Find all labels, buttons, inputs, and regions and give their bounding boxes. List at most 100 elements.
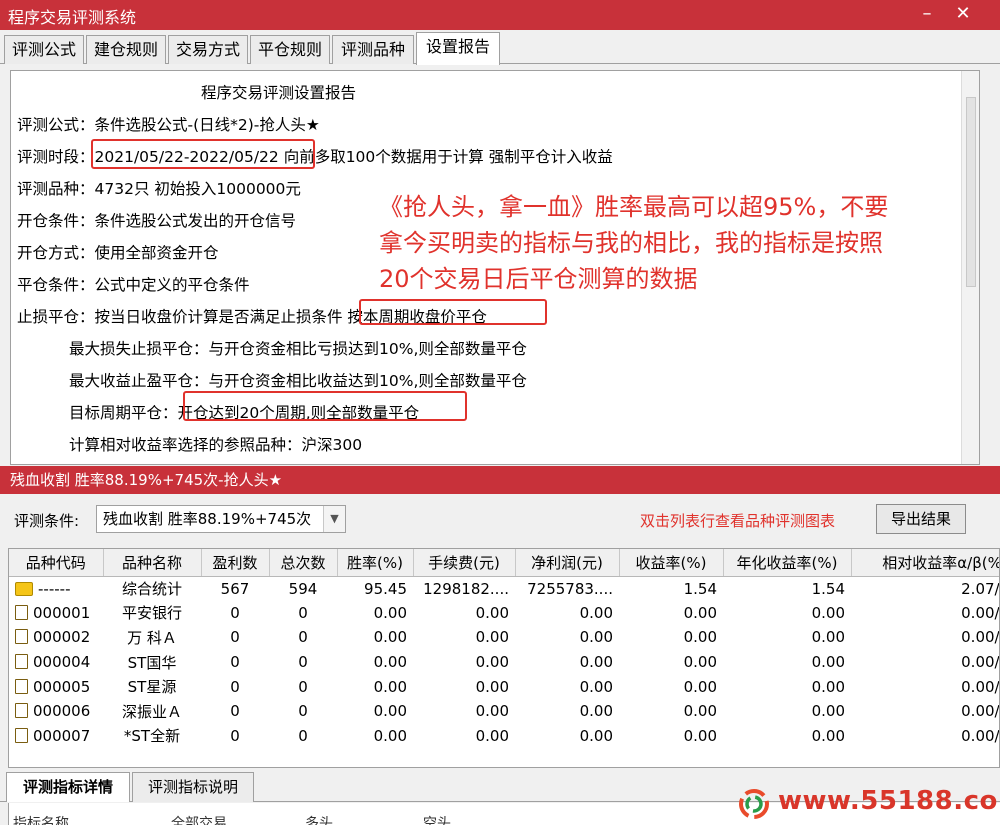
col-relative-return[interactable]: 相对收益率α/β(%) xyxy=(851,549,999,577)
detail-col-metric: 指标名称 xyxy=(13,816,69,825)
table-cell: 0.00 xyxy=(475,726,509,745)
chevron-down-icon[interactable]: ▼ xyxy=(323,506,345,532)
table-row[interactable]: 000004 ST国华 0 0 0.00 0.00 0.00 0.00 0.00 0.00/21.… xyxy=(9,650,1000,675)
table-cell: 0.00 xyxy=(811,702,845,721)
settings-tabs: 评测公式 建仓规则 交易方式 平仓规则 评测品种 设置报告 xyxy=(0,30,1000,65)
tab-trade-mode[interactable]: 交易方式 xyxy=(168,35,248,64)
condition-select-value: 残血收割 胜率88.19%+745次 xyxy=(103,510,312,528)
instrument-code: ------ xyxy=(38,579,71,598)
table-cell: 0.00 xyxy=(579,726,613,745)
table-cell: 0.00 xyxy=(683,603,717,622)
table-cell: 95.45 xyxy=(364,579,407,598)
table-cell: 0.00/21.3 xyxy=(961,653,1000,672)
minimize-button[interactable]: – xyxy=(914,2,940,26)
table-cell: 0.00 xyxy=(579,702,613,721)
table-cell: 0 xyxy=(230,677,240,696)
condition-row: 评测条件: 残血收割 胜率88.19%+745次 ▼ 双击列表行查看品种评测图表… xyxy=(0,494,1000,546)
instrument-code: 000002 xyxy=(33,628,91,647)
table-cell: 0.00 xyxy=(373,726,407,745)
instrument-code: 000001 xyxy=(33,603,91,622)
col-return[interactable]: 收益率(%) xyxy=(619,549,724,577)
col-total[interactable]: 总次数 xyxy=(269,549,338,577)
table-cell: 0.00 xyxy=(811,653,845,672)
export-results-button[interactable]: 导出结果 xyxy=(876,504,966,534)
condition-label: 评测条件: xyxy=(14,512,80,530)
instrument-code: 000004 xyxy=(33,653,91,672)
col-code[interactable]: 品种代码 xyxy=(9,549,104,577)
table-cell: 0 xyxy=(298,603,308,622)
table-cell: 0 xyxy=(298,726,308,745)
highlight-target-period xyxy=(183,391,467,421)
result-title-bar: 残血收割 胜率88.19%+745次-抢人头★ xyxy=(0,466,1000,494)
table-cell: 000002 xyxy=(9,625,103,650)
tab-instruments[interactable]: 评测品种 xyxy=(332,35,414,64)
col-annual-return[interactable]: 年化收益率(%) xyxy=(723,549,852,577)
table-cell: 0.00 xyxy=(811,603,845,622)
table-cell: 0 xyxy=(230,603,240,622)
settings-report: 程序交易评测设置报告 评测公式：条件选股公式-(日线*2)-抢人头★ 评测时段：… xyxy=(10,70,980,465)
document-icon xyxy=(15,727,28,743)
table-cell: 0.00 xyxy=(579,677,613,696)
table-row[interactable]: 000002 万 科Ａ 0 0 0.00 0.00 0.00 0.00 0.00 0.00/21.… xyxy=(9,625,999,650)
document-icon xyxy=(15,654,28,670)
table-cell: 594 xyxy=(288,579,318,598)
tab-metric-help[interactable]: 评测指标说明 xyxy=(132,772,254,802)
table-cell: 2.07/22.9 xyxy=(961,579,1000,598)
table-cell: 0.00/21.3 xyxy=(961,677,1000,696)
close-button[interactable]: ✕ xyxy=(950,2,976,26)
table-cell: ST星源 xyxy=(127,678,177,697)
document-icon xyxy=(15,604,28,620)
document-icon xyxy=(15,703,28,719)
table-cell: ------ xyxy=(9,576,103,601)
double-click-hint: 双击列表行查看品种评测图表 xyxy=(640,512,836,530)
table-cell: 0.00 xyxy=(373,677,407,696)
table-cell: 0 xyxy=(298,677,308,696)
table-cell: 567 xyxy=(220,579,250,598)
table-cell: 0.00 xyxy=(683,726,717,745)
tab-open-rules[interactable]: 建仓规则 xyxy=(86,35,166,64)
table-cell: 0.00 xyxy=(683,702,717,721)
report-scrollbar[interactable] xyxy=(961,71,979,464)
col-win-rate[interactable]: 胜率(%) xyxy=(337,549,414,577)
detail-col-short: 空头 xyxy=(423,816,451,825)
col-name[interactable]: 品种名称 xyxy=(103,549,202,577)
annotation-line-1: 《抢人头，拿一血》胜率最高可以超95%，不要 xyxy=(379,193,889,221)
table-row[interactable]: 000005 ST星源 0 0 0.00 0.00 0.00 0.00 0.00 0.00/21.… xyxy=(9,674,1000,699)
report-line-max-loss: 最大损失止损平仓：与开仓资金相比亏损达到10%,则全部数量平仓 xyxy=(69,340,527,358)
table-cell: 0 xyxy=(298,653,308,672)
tab-formula[interactable]: 评测公式 xyxy=(4,35,84,64)
tab-close-rules[interactable]: 平仓规则 xyxy=(250,35,330,64)
report-heading: 程序交易评测设置报告 xyxy=(201,84,357,102)
table-cell: ST国华 xyxy=(127,653,177,672)
table-cell: 0.00 xyxy=(475,702,509,721)
table-cell: 0.00 xyxy=(683,628,717,647)
table-cell: 0.00 xyxy=(475,653,509,672)
condition-select[interactable]: 残血收割 胜率88.19%+745次 ▼ xyxy=(96,505,346,533)
table-row[interactable]: 000007 *ST全新 0 0 0.00 0.00 0.00 0.00 0.00 0.00/21… xyxy=(9,724,999,749)
table-cell: 0.00 xyxy=(373,628,407,647)
table-cell: *ST全新 xyxy=(123,727,181,746)
report-scroll-thumb[interactable] xyxy=(966,97,976,287)
table-cell: 0 xyxy=(230,628,240,647)
table-cell: 0 xyxy=(230,702,240,721)
tab-report[interactable]: 设置报告 xyxy=(416,32,500,65)
col-fees[interactable]: 手续费(元) xyxy=(413,549,516,577)
detail-col-all: 全部交易 xyxy=(171,816,227,825)
table-cell: 0 xyxy=(298,628,308,647)
tab-metric-details[interactable]: 评测指标详情 xyxy=(6,772,130,802)
table-cell: 0.00 xyxy=(475,603,509,622)
report-line-benchmark: 计算相对收益率选择的参照品种：沪深300 xyxy=(69,436,363,454)
table-row-summary[interactable]: ------ 综合统计 567 594 95.45 1298182.... 7255783.… xyxy=(9,576,1000,601)
table-cell: 0.00 xyxy=(683,677,717,696)
instrument-code: 000007 xyxy=(33,726,91,745)
table-row[interactable]: 000001 平安银行 0 0 0.00 0.00 0.00 0.00 0.00 0.00/21.… xyxy=(9,601,999,626)
document-icon xyxy=(15,678,28,694)
table-cell: 0.00 xyxy=(811,677,845,696)
annotation-line-2: 拿今买明卖的指标与我的相比，我的指标是按照 xyxy=(379,229,883,257)
table-cell: 0.00 xyxy=(373,653,407,672)
table-cell: 0.00/21.3 xyxy=(961,702,1000,721)
table-row[interactable]: 000006 深振业Ａ 0 0 0.00 0.00 0.00 0.00 0.00 0.00/21.… xyxy=(9,699,1000,724)
col-wins[interactable]: 盈利数 xyxy=(201,549,270,577)
col-net-profit[interactable]: 净利润(元) xyxy=(515,549,620,577)
table-cell: 0.00 xyxy=(475,628,509,647)
